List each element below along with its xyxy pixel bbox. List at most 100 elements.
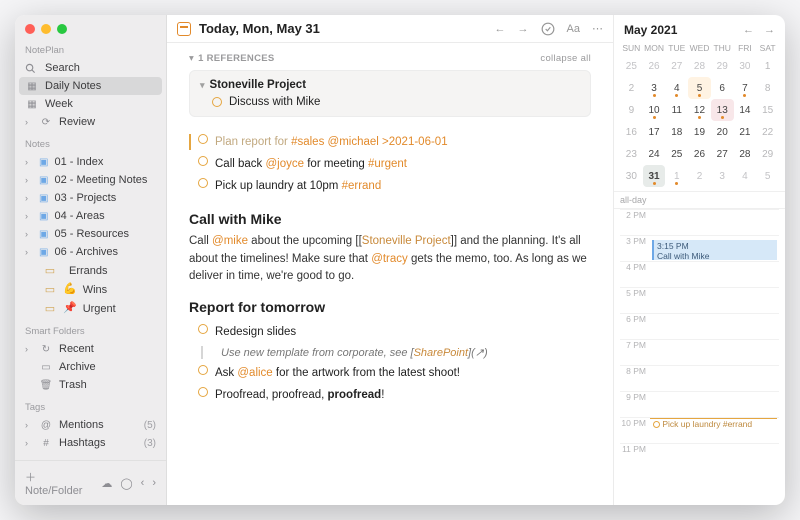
history-fwd-button[interactable]: →	[518, 23, 529, 35]
calendar-day[interactable]: 5	[756, 165, 779, 187]
task-line[interactable]: Call back @joyce for meeting #urgent	[189, 153, 591, 175]
calendar-day[interactable]: 3	[711, 165, 734, 187]
close-icon[interactable]	[25, 24, 35, 34]
nav-daily-notes[interactable]: ▦ Daily Notes	[19, 77, 162, 95]
calendar-header: May 2021 ← →	[614, 15, 785, 41]
complete-toggle-button[interactable]	[541, 22, 555, 36]
calendar-day[interactable]: 16	[620, 121, 643, 143]
folder-item[interactable]: › ▣ 05 - Resources	[15, 225, 166, 243]
zoom-icon[interactable]	[57, 24, 67, 34]
calendar-day[interactable]: 28	[734, 143, 757, 165]
calendar-day[interactable]: 17	[643, 121, 666, 143]
today-icon[interactable]	[177, 22, 191, 36]
history-back-button[interactable]: ←	[495, 23, 506, 35]
inbox-icon[interactable]: ◯	[120, 477, 132, 490]
note-body[interactable]: ▾ 1 REFERENCES collapse all ▾ Stoneville…	[167, 43, 613, 505]
calendar-day[interactable]: 24	[643, 143, 666, 165]
smart-folder-item[interactable]: ▭ Archive	[15, 358, 166, 376]
reference-title[interactable]: Stoneville Project	[210, 79, 307, 91]
calendar-day[interactable]: 27	[711, 143, 734, 165]
calendar-day[interactable]: 31	[643, 165, 666, 187]
task-line[interactable]: Pick up laundry at 10pm #errand	[189, 175, 591, 197]
task-bullet[interactable]	[198, 365, 208, 375]
calendar-day[interactable]: 30	[734, 55, 757, 77]
folder-item[interactable]: › ▣ 01 - Index	[15, 153, 166, 171]
calendar-day[interactable]: 2	[620, 77, 643, 99]
chevron-down-icon[interactable]: ▾	[200, 80, 205, 91]
note-item[interactable]: ▭ Errands	[15, 261, 166, 280]
calendar-day[interactable]: 4	[734, 165, 757, 187]
nav-review[interactable]: › ⟳ Review	[15, 113, 166, 131]
calendar-day[interactable]: 26	[688, 143, 711, 165]
task-bullet[interactable]	[198, 324, 208, 334]
cal-prev-button[interactable]: ←	[743, 24, 754, 36]
task-bullet[interactable]	[198, 156, 208, 166]
calendar-day[interactable]: 7	[734, 77, 757, 99]
folder-item[interactable]: › ▣ 06 - Archives	[15, 243, 166, 261]
calendar-day[interactable]: 29	[711, 55, 734, 77]
nav-fwd[interactable]: ›	[152, 477, 156, 490]
collapse-all-button[interactable]: collapse all	[540, 53, 591, 64]
cloud-icon[interactable]: ☁	[101, 477, 112, 490]
tag-item[interactable]: › @ Mentions (5)	[15, 416, 166, 434]
task-line[interactable]: Proofread, proofread, proofread!	[189, 384, 591, 406]
task-bullet[interactable]	[198, 134, 208, 144]
add-note-button[interactable]: ＋ Note/Folder	[25, 469, 95, 497]
nav-week[interactable]: ▦ Week	[15, 95, 166, 113]
day-timeline[interactable]: 2 PM 3 PM 3:15 PMCall with Mike 4 PM 5 P…	[614, 209, 785, 505]
calendar-day[interactable]: 25	[665, 143, 688, 165]
smart-folder-item[interactable]: 🗑 Trash	[15, 376, 166, 394]
nav-back[interactable]: ‹	[141, 477, 145, 490]
calendar-day[interactable]: 26	[643, 55, 666, 77]
calendar-day[interactable]: 1	[756, 55, 779, 77]
more-button[interactable]: ⋯	[592, 22, 603, 35]
calendar-day[interactable]: 2	[688, 165, 711, 187]
paragraph[interactable]: Call @mike about the upcoming [[Stonevil…	[189, 233, 591, 285]
task-line[interactable]: Ask @alice for the artwork from the late…	[189, 362, 591, 384]
cal-next-button[interactable]: →	[764, 24, 775, 36]
calendar-day[interactable]: 18	[665, 121, 688, 143]
calendar-day[interactable]: 12	[688, 99, 711, 121]
timeline-event[interactable]: Pick up laundry #errand	[650, 418, 777, 429]
calendar-day[interactable]: 10	[643, 99, 666, 121]
calendar-day[interactable]: 21	[734, 121, 757, 143]
calendar-day[interactable]: 27	[665, 55, 688, 77]
calendar-day[interactable]: 11	[665, 99, 688, 121]
minimize-icon[interactable]	[41, 24, 51, 34]
calendar-day[interactable]: 28	[688, 55, 711, 77]
calendar-day[interactable]: 14	[734, 99, 757, 121]
calendar-day[interactable]: 9	[620, 99, 643, 121]
tag-item[interactable]: › # Hashtags (3)	[15, 434, 166, 452]
note-item[interactable]: ▭ 📌 Urgent	[15, 299, 166, 318]
calendar-day[interactable]: 8	[756, 77, 779, 99]
calendar-day[interactable]: 5	[688, 77, 711, 99]
calendar-day[interactable]: 29	[756, 143, 779, 165]
note-item[interactable]: ▭ 💪 Wins	[15, 280, 166, 299]
text-style-button[interactable]: Aa	[567, 23, 580, 35]
calendar-day[interactable]: 30	[620, 165, 643, 187]
calendar-day[interactable]: 13	[711, 99, 734, 121]
folder-item[interactable]: › ▣ 02 - Meeting Notes	[15, 171, 166, 189]
calendar-day[interactable]: 3	[643, 77, 666, 99]
task-bullet[interactable]	[212, 97, 222, 107]
task-line[interactable]: Plan report for #sales @michael >2021-06…	[189, 131, 591, 153]
calendar-day[interactable]: 20	[711, 121, 734, 143]
calendar-day[interactable]: 1	[665, 165, 688, 187]
search-field[interactable]: Search	[15, 59, 166, 77]
task-bullet[interactable]	[198, 387, 208, 397]
calendar-day[interactable]: 4	[665, 77, 688, 99]
timeline-event[interactable]: 3:15 PMCall with Mike	[652, 240, 777, 260]
calendar-day[interactable]: 25	[620, 55, 643, 77]
calendar-day[interactable]: 19	[688, 121, 711, 143]
calendar-day[interactable]: 6	[711, 77, 734, 99]
smart-folder-item[interactable]: › ↻ Recent	[15, 340, 166, 358]
calendar-day[interactable]: 23	[620, 143, 643, 165]
folder-item[interactable]: › ▣ 03 - Projects	[15, 189, 166, 207]
task-bullet[interactable]	[198, 178, 208, 188]
references-header[interactable]: ▾ 1 REFERENCES collapse all	[189, 53, 591, 64]
calendar-day[interactable]: 15	[756, 99, 779, 121]
task-line[interactable]: Redesign slides	[189, 321, 591, 343]
folder-item[interactable]: › ▣ 04 - Areas	[15, 207, 166, 225]
calendar-day[interactable]: 22	[756, 121, 779, 143]
sub-note[interactable]: Use new template from corporate, see [Sh…	[201, 346, 591, 359]
